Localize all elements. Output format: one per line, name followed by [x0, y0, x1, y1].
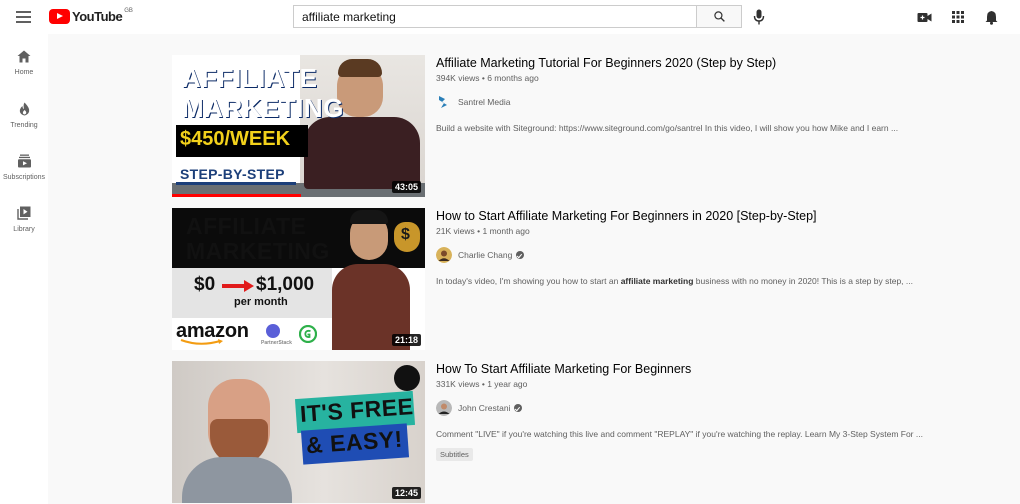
youtube-logo[interactable]: YouTube GB — [49, 8, 133, 24]
subtitles-badge: Subtitles — [436, 448, 473, 461]
video-duration: 43:05 — [391, 181, 421, 193]
sidebar-item-trending[interactable]: Trending — [0, 102, 48, 148]
partnerstack-logo-text: PartnerStack — [261, 340, 292, 346]
video-meta: 21K views • 1 month ago — [436, 226, 956, 236]
voice-search-button[interactable] — [750, 8, 768, 26]
view-count: 331K views — [436, 379, 480, 389]
sidebar-item-label: Library — [13, 226, 35, 233]
amazon-smile-icon — [180, 339, 223, 345]
sidebar-item-label: Trending — [10, 122, 38, 129]
video-duration: 12:45 — [391, 487, 421, 499]
flame-icon — [19, 102, 29, 116]
upload-age: 6 months ago — [487, 73, 539, 83]
meta-separator: • — [481, 379, 485, 389]
channel-name[interactable]: John Crestani — [458, 403, 510, 413]
menu-icon[interactable] — [16, 11, 31, 23]
video-info: Affiliate Marketing Tutorial For Beginne… — [436, 55, 956, 134]
thumbnail-text-3: $450/WEEK — [180, 128, 291, 150]
verified-badge-icon — [516, 251, 525, 259]
sidebar-item-label: Home — [14, 69, 34, 76]
description-text: business with no money in 2020! This is … — [693, 276, 913, 286]
meta-separator: • — [477, 226, 481, 236]
presenter-hair — [350, 210, 388, 224]
video-title[interactable]: Affiliate Marketing Tutorial For Beginne… — [436, 55, 956, 71]
channel-avatar[interactable] — [436, 247, 452, 263]
region-code: GB — [124, 8, 133, 14]
notifications-button[interactable] — [983, 9, 999, 25]
video-description: Comment "LIVE" if you're watching this l… — [436, 429, 923, 439]
video-description: Build a website with Siteground: https:/… — [436, 123, 899, 133]
thumbnail-text-1: AFFILIATE — [182, 63, 318, 93]
create-video-button[interactable] — [916, 9, 932, 25]
home-icon — [17, 50, 31, 63]
search-box[interactable] — [293, 5, 697, 28]
description-highlight: affiliate marketing — [620, 276, 694, 286]
subscriptions-icon — [17, 154, 31, 168]
channel-row: John Crestani — [436, 400, 956, 416]
play-logo-icon — [49, 9, 70, 24]
video-title[interactable]: How to Start Affiliate Marketing For Beg… — [436, 208, 956, 224]
search-button[interactable] — [696, 5, 742, 28]
channel-name[interactable]: Charlie Chang — [458, 250, 512, 260]
video-thumbnail[interactable]: AFFILIATE MARKETING $450/WEEK STEP-BY-ST… — [172, 55, 425, 197]
top-bar: YouTube GB — [0, 0, 1020, 34]
sidebar-item-home[interactable]: Home — [0, 50, 48, 96]
thumbnail-sub: per month — [234, 296, 288, 308]
video-info: How To Start Affiliate Marketing For Beg… — [436, 361, 956, 462]
video-meta: 331K views • 1 year ago — [436, 379, 956, 389]
thumbnail-text-2: MARKETING — [186, 238, 330, 264]
apps-grid-icon — [952, 11, 964, 23]
money-bag-symbol: $ — [401, 226, 410, 243]
video-thumbnail[interactable]: IT'S FREE & EASY! 12:45 — [172, 361, 425, 503]
video-info: How to Start Affiliate Marketing For Beg… — [436, 208, 956, 287]
video-meta: 394K views • 6 months ago — [436, 73, 956, 83]
thumbnail-to: $1,000 — [256, 274, 315, 295]
sidebar-item-label: Subscriptions — [2, 174, 46, 181]
search-result: $ AFFILIATE MARKETING $0 $1,000 per mont… — [172, 208, 972, 350]
video-thumbnail[interactable]: $ AFFILIATE MARKETING $0 $1,000 per mont… — [172, 208, 425, 350]
channel-avatar[interactable] — [436, 94, 452, 110]
presenter-hair — [338, 59, 382, 77]
presenter-body — [182, 457, 292, 503]
channel-row: Charlie Chang — [436, 247, 956, 263]
thumbnail-text-4: STEP-BY-STEP — [180, 166, 285, 182]
meta-separator: • — [481, 73, 485, 83]
search-result: IT'S FREE & EASY! 12:45 How To Start Aff… — [172, 361, 972, 503]
watch-progress-bar — [172, 194, 302, 197]
channel-avatar[interactable] — [436, 400, 452, 416]
search-icon — [713, 11, 725, 22]
sidebar-item-library[interactable]: Library — [0, 206, 48, 252]
search-result: AFFILIATE MARKETING $450/WEEK STEP-BY-ST… — [172, 55, 972, 197]
bell-icon — [985, 10, 997, 25]
thumbnail-from: $0 — [194, 274, 216, 295]
video-camera-icon — [917, 12, 931, 22]
video-description: In today's video, I'm showing you how to… — [436, 275, 946, 287]
underline-bar — [176, 182, 296, 185]
library-icon — [17, 206, 31, 220]
thumbnail-text-1: AFFILIATE — [186, 213, 307, 239]
upload-age: 1 month ago — [482, 226, 530, 236]
presenter-body — [304, 117, 420, 189]
view-count: 394K views — [436, 73, 480, 83]
verified-badge-icon — [514, 404, 523, 412]
green-logo-icon — [299, 325, 317, 343]
apps-button[interactable] — [950, 9, 966, 25]
thumbnail-text-2: MARKETING — [182, 93, 344, 123]
sidebar-item-subscriptions[interactable]: Subscriptions — [0, 154, 48, 200]
view-count: 21K views — [436, 226, 475, 236]
logo-text: YouTube — [72, 9, 123, 24]
video-duration: 21:18 — [391, 334, 421, 346]
arrow-right-icon — [222, 280, 254, 292]
channel-row: Santrel Media — [436, 94, 956, 110]
search-input[interactable] — [294, 6, 697, 27]
channel-watermark — [394, 365, 420, 391]
upload-age: 1 year ago — [487, 379, 528, 389]
video-title[interactable]: How To Start Affiliate Marketing For Beg… — [436, 361, 956, 377]
sidebar: Home Trending Subscriptions Library — [0, 34, 48, 504]
description-text: In today's video, I'm showing you how to… — [436, 276, 621, 286]
partnerstack-logo-icon — [266, 324, 280, 338]
microphone-icon — [753, 9, 765, 25]
channel-name[interactable]: Santrel Media — [458, 97, 510, 107]
